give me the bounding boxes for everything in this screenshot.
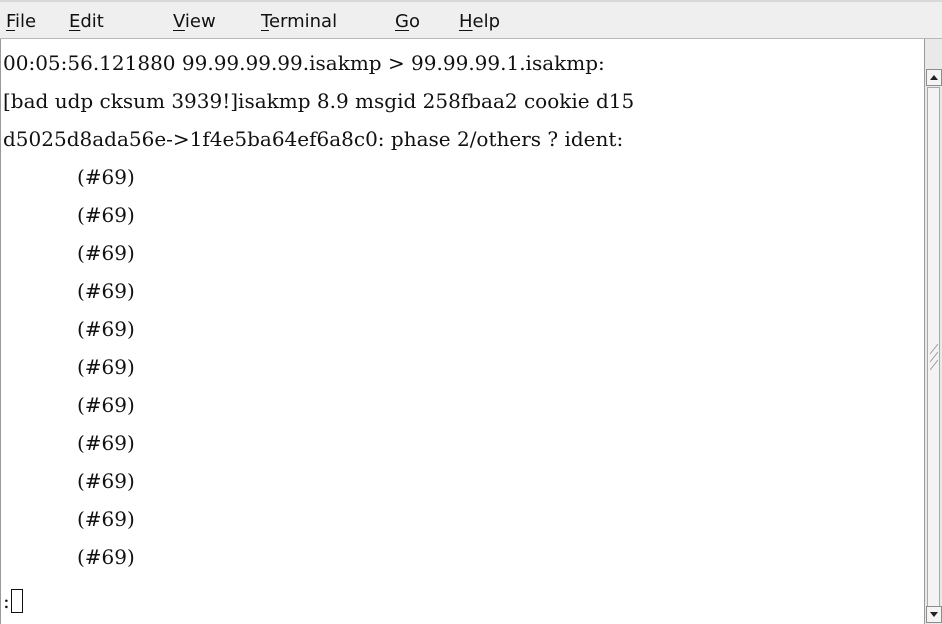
menu-bar: File Edit View Terminal Go Help	[0, 0, 942, 39]
terminal-line: (#69)	[77, 431, 135, 455]
terminal-line: (#69)	[77, 545, 135, 569]
terminal-output[interactable]: 00:05:56.121880 99.99.99.99.isakmp > 99.…	[0, 39, 924, 624]
terminal-window: File Edit View Terminal Go Help 00:05:56…	[0, 0, 942, 624]
terminal-line: (#69)	[77, 469, 135, 493]
menu-go[interactable]: Go	[395, 11, 420, 33]
menu-view-label: iew	[184, 11, 216, 32]
terminal-line: (#69)	[77, 393, 135, 417]
menu-edit-mnemonic: E	[69, 11, 81, 32]
scrollbar-thumb[interactable]	[927, 87, 940, 622]
terminal-line: (#69)	[77, 203, 135, 227]
menu-view-mnemonic: V	[173, 11, 185, 32]
terminal-line: (#69)	[77, 279, 135, 303]
scroll-grip-icon	[930, 343, 938, 371]
scroll-up-arrow-icon	[930, 75, 938, 80]
terminal-line: (#69)	[77, 317, 135, 341]
menu-help-label: elp	[472, 11, 501, 32]
scroll-down-button[interactable]	[926, 606, 942, 623]
menu-file[interactable]: File	[6, 11, 36, 33]
menu-go-label: o	[408, 11, 420, 32]
text-cursor	[10, 589, 23, 613]
terminal-line: 00:05:56.121880 99.99.99.99.isakmp > 99.…	[3, 51, 605, 75]
menu-edit-label: dit	[80, 11, 104, 32]
menu-file-label: ile	[15, 11, 37, 32]
menu-view[interactable]: View	[173, 11, 216, 33]
menu-terminal[interactable]: Terminal	[261, 11, 337, 33]
terminal-line: [bad udp cksum 3939!]isakmp 8.9 msgid 25…	[3, 89, 635, 113]
menu-terminal-label: erminal	[268, 11, 338, 32]
terminal-prompt-line[interactable]: :	[3, 582, 23, 620]
terminal-line: (#69)	[77, 165, 135, 189]
menu-go-mnemonic: G	[395, 11, 409, 32]
menu-help-mnemonic: H	[459, 11, 473, 32]
menu-help[interactable]: Help	[459, 11, 500, 33]
terminal-line: (#69)	[77, 355, 135, 379]
menu-edit[interactable]: Edit	[69, 11, 104, 33]
menu-file-mnemonic: F	[6, 11, 16, 32]
scroll-up-button[interactable]	[926, 69, 942, 86]
terminal-line: (#69)	[77, 507, 135, 531]
pager-prompt: :	[3, 589, 10, 613]
menu-terminal-mnemonic: T	[261, 11, 269, 32]
scroll-down-arrow-icon	[930, 612, 938, 617]
terminal-line: d5025d8ada56e->1f4e5ba64ef6a8c0: phase 2…	[3, 127, 624, 151]
terminal-line: (#69)	[77, 241, 135, 265]
vertical-scrollbar[interactable]	[924, 39, 942, 624]
